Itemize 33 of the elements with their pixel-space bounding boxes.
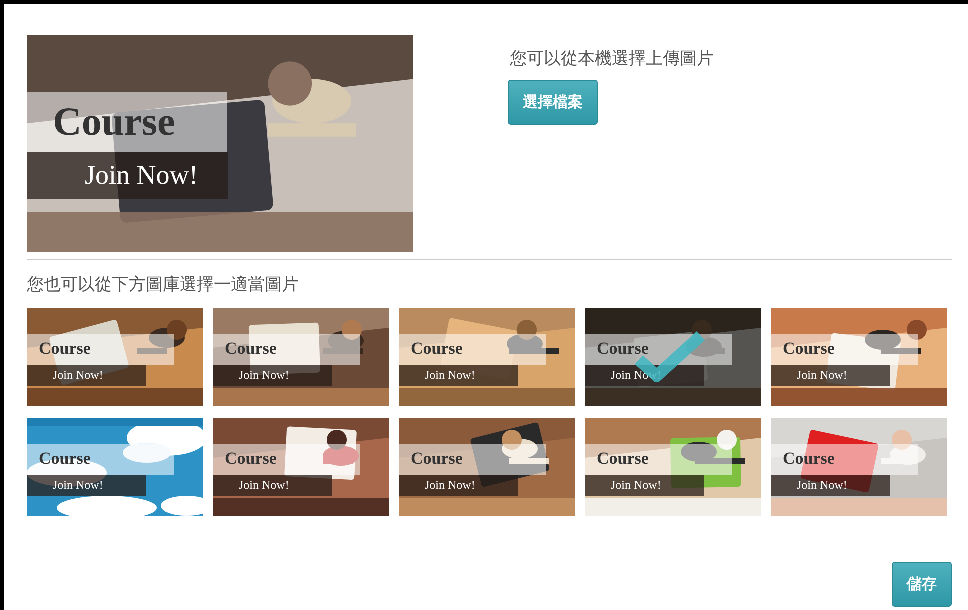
gallery-label: 您也可以從下方圖庫選擇一適當圖片 (27, 274, 300, 296)
course-title: Course (213, 444, 360, 475)
upload-prompt: 您可以從本機選擇上傳圖片 (510, 48, 714, 70)
gallery-thumbnail[interactable]: Course Join Now! (27, 418, 203, 516)
join-now-label: Join Now! (27, 152, 228, 199)
course-title: Course (585, 334, 732, 365)
gallery-thumbnail[interactable]: Course Join Now! (585, 308, 761, 406)
gallery-thumbnail[interactable]: Course Join Now! (585, 418, 761, 516)
join-now-label: Join Now! (27, 474, 146, 496)
join-now-label: Join Now! (213, 364, 332, 386)
join-now-label: Join Now! (27, 364, 146, 386)
course-title: Course (585, 444, 732, 475)
join-now-label: Join Now! (399, 474, 518, 496)
gallery-thumbnail[interactable]: Course Join Now! (27, 308, 203, 406)
join-now-label: Join Now! (771, 474, 890, 496)
gallery-thumbnail[interactable]: Course Join Now! (399, 308, 575, 406)
join-now-label: Join Now! (213, 474, 332, 496)
course-title: Course (213, 334, 360, 365)
gallery-thumbnail[interactable]: Course Join Now! (399, 418, 575, 516)
join-now-label: Join Now! (771, 364, 890, 386)
gallery-thumbnail[interactable]: Course Join Now! (213, 308, 389, 406)
gallery-thumbnail[interactable]: Course Join Now! (213, 418, 389, 516)
course-title: Course (399, 334, 546, 365)
join-now-label: Join Now! (585, 474, 704, 496)
join-now-label: Join Now! (399, 364, 518, 386)
course-title: Course (27, 334, 174, 365)
gallery-thumbnail[interactable]: Course Join Now! (771, 418, 947, 516)
course-title: Course (399, 444, 546, 475)
course-title: Course (27, 92, 227, 152)
course-title: Course (771, 444, 918, 475)
gallery-thumbnail[interactable]: Course Join Now! (771, 308, 947, 406)
course-title: Course (771, 334, 918, 365)
course-title: Course (27, 444, 174, 475)
